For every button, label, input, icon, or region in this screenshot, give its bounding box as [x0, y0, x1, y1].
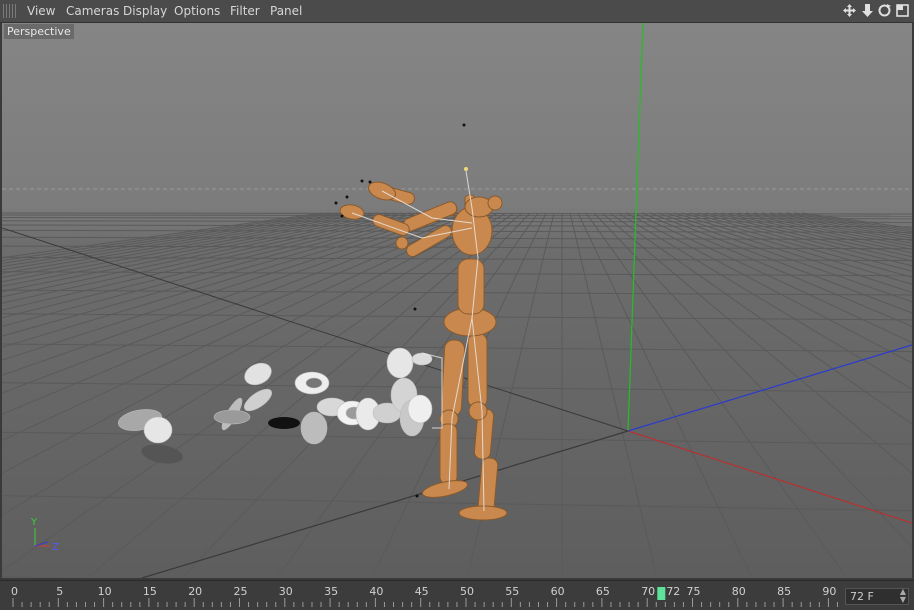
menu-filter[interactable]: Filter: [230, 4, 260, 18]
timeline-tick-label: 70: [641, 585, 655, 598]
maximize-view-icon[interactable]: [895, 3, 910, 18]
grid-line: [2, 212, 443, 337]
grid-line: [2, 212, 347, 267]
timeline-tick-label: 25: [234, 585, 248, 598]
grid-line: [753, 212, 912, 242]
grid-line: [793, 212, 912, 231]
gizmo-z-label: Z: [52, 542, 59, 553]
viewport-menubar: View Cameras Display Options Filter Pane…: [0, 0, 914, 23]
timeline-tick-label: 15: [143, 585, 157, 598]
grid-line: [2, 212, 427, 319]
grid-line: [2, 212, 331, 261]
drag-grip-icon[interactable]: [3, 4, 17, 18]
grid-line: [745, 212, 912, 244]
grid-line: [777, 212, 912, 235]
z-axis-line: [627, 344, 912, 432]
menu-display[interactable]: Display: [123, 4, 167, 18]
timeline-tick-label: 45: [415, 585, 429, 598]
timeline-ruler-scale: 0 5 10 15 20 25 30 35 40 45 50 55 60 65 70 75 80 85 90 72: [11, 585, 838, 607]
timeline-tick-label: 0: [11, 585, 18, 598]
timeline-tick-label: 80: [732, 585, 746, 598]
wooden-mannequin: [339, 181, 508, 521]
timeline-tick-label: 20: [188, 585, 202, 598]
grid-line: [657, 212, 912, 303]
current-frame-label: 72: [666, 585, 680, 598]
scene-canvas[interactable]: Y Z: [2, 23, 912, 578]
grid-line: [737, 212, 912, 247]
timeline-tick-label: 5: [56, 585, 63, 598]
current-frame-value: 72 F: [850, 590, 874, 603]
frame-stepper-icon[interactable]: ▲ ▼: [900, 588, 906, 604]
view-name-label[interactable]: Perspective: [4, 24, 74, 39]
grid-line: [729, 212, 912, 250]
timeline-tick-label: 30: [279, 585, 293, 598]
grid-line: [2, 212, 435, 327]
grid-line: [2, 576, 86, 578]
gizmo-y-label: Y: [30, 517, 38, 528]
grid-line: [609, 212, 912, 425]
grid-line: [649, 212, 912, 314]
timeline-tick-label: 55: [505, 585, 519, 598]
menu-options[interactable]: Options: [174, 4, 220, 18]
timeline-tick-label: 40: [369, 585, 383, 598]
x-axis-line: [627, 430, 912, 524]
timeline-ruler[interactable]: 0 5 10 15 20 25 30 35 40 45 50 55 60 65 70 75 80 85 90 72 …: [0, 580, 914, 610]
rotate-view-icon[interactable]: [877, 3, 892, 18]
grid-line: [785, 212, 912, 233]
timeline-tick-label: 60: [551, 585, 565, 598]
move-view-icon[interactable]: [842, 3, 857, 18]
timeline-tick-label: 90: [822, 585, 836, 598]
menu-cameras[interactable]: Cameras: [66, 4, 119, 18]
timeline-tick-label: 75: [687, 585, 701, 598]
menu-view[interactable]: View: [27, 4, 55, 18]
grid-line: [617, 212, 912, 390]
timeline-tick-label: 35: [324, 585, 338, 598]
grid-line: [585, 212, 848, 578]
playhead-marker: [657, 587, 666, 600]
grid-line: [769, 212, 912, 237]
timeline-tick-label: 10: [98, 585, 112, 598]
timeline-tick-label: 65: [596, 585, 610, 598]
grid-line: [665, 212, 912, 293]
current-frame-field[interactable]: 72 F ▲ ▼: [845, 588, 909, 605]
grid-line: [2, 495, 912, 512]
grid-line: [593, 212, 912, 548]
grid-line: [625, 212, 912, 364]
menu-panel[interactable]: Panel: [270, 4, 302, 18]
axis-gizmo: Y Z: [30, 517, 59, 553]
grid-line: [2, 212, 371, 278]
grid-line: [2, 212, 395, 292]
timeline-tick-label: 50: [460, 585, 474, 598]
dolly-view-icon[interactable]: [860, 3, 875, 18]
timeline-tick-label: 85: [777, 585, 791, 598]
grid-line: [601, 212, 912, 474]
perspective-viewport[interactable]: Y Z Perspective: [2, 23, 912, 578]
grid-line: [705, 212, 912, 262]
grid-line: [569, 212, 658, 578]
grid-line: [577, 212, 753, 578]
grid-line: [2, 212, 912, 215]
